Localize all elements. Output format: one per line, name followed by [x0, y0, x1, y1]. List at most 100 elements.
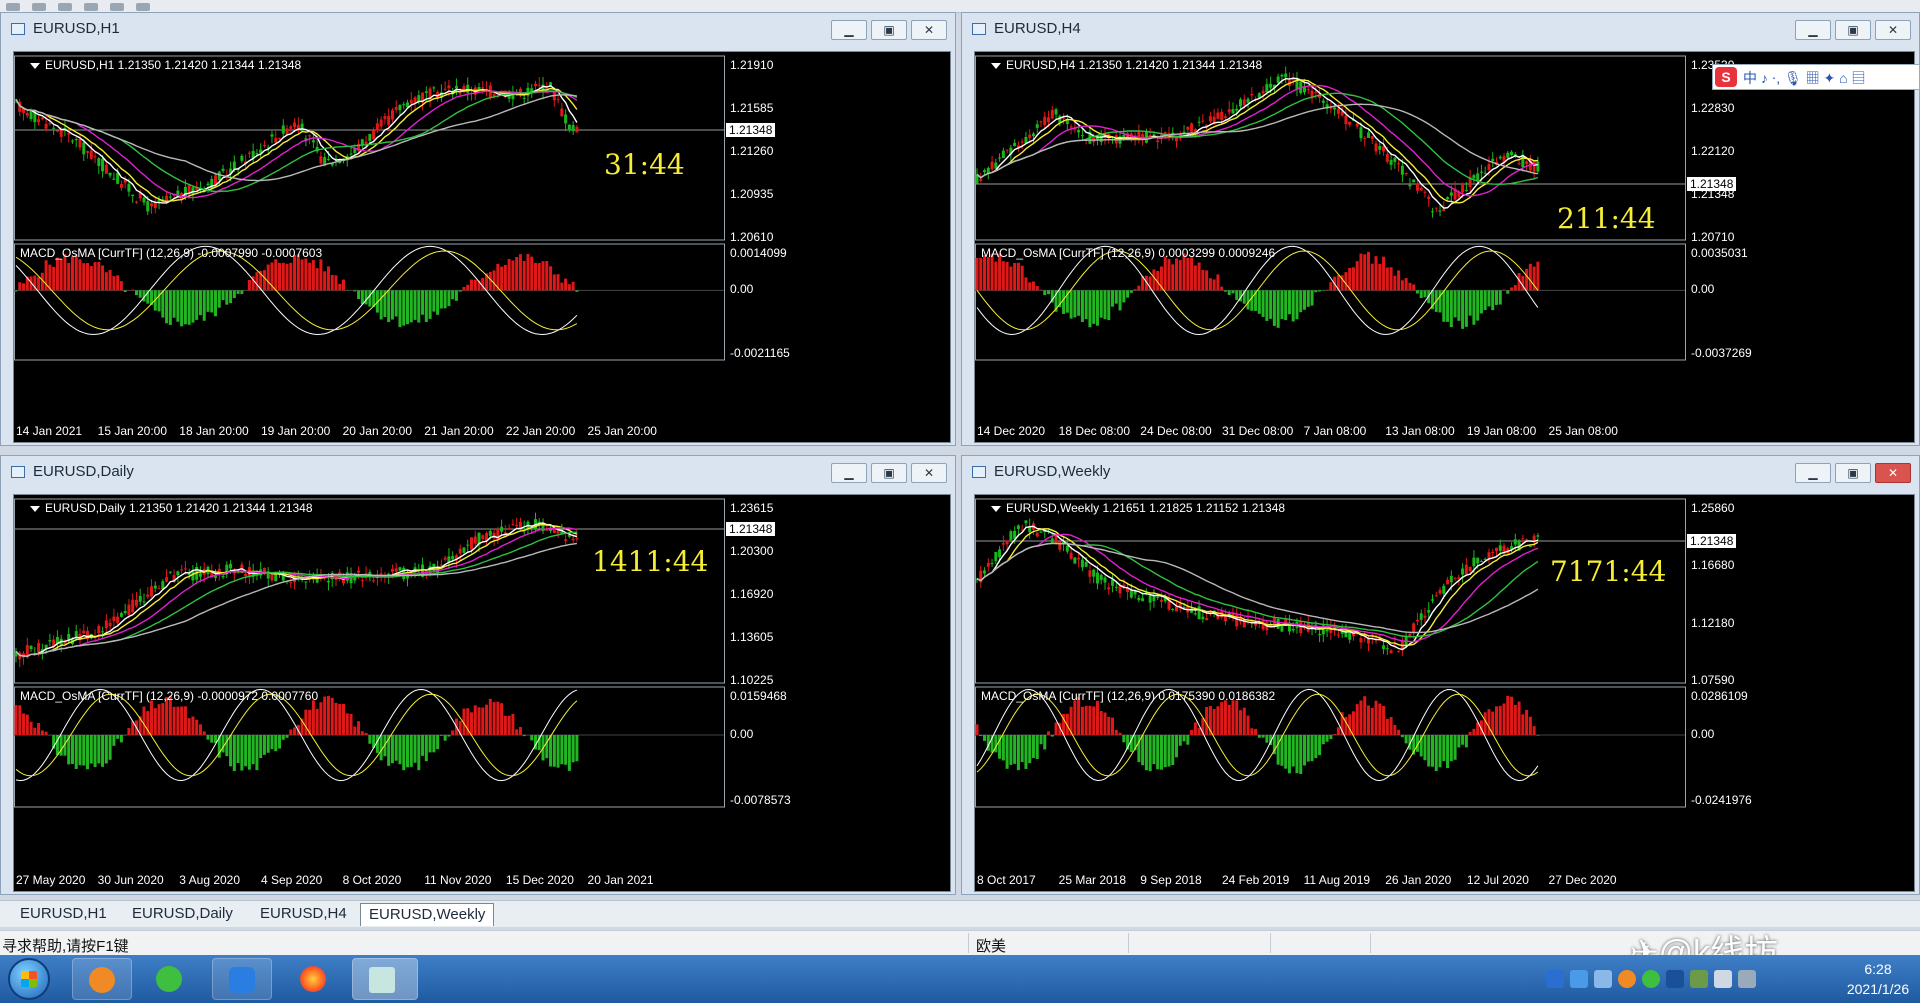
- tray-icon-4[interactable]: [1618, 970, 1636, 988]
- tab-eurusd-daily[interactable]: EURUSD,Daily: [124, 903, 241, 925]
- time-axis-label: 27 Dec 2020: [1548, 873, 1617, 887]
- restore-button[interactable]: ▣: [1835, 463, 1871, 483]
- window-titlebar[interactable]: EURUSD,H1 ▁ ▣ ✕: [1, 13, 955, 43]
- macd-bar: [116, 275, 120, 291]
- macd-axis-label: 0.00: [1691, 727, 1715, 741]
- macd-bar: [1318, 735, 1322, 756]
- chart-window-daily[interactable]: EURUSD,Daily ▁ ▣ ✕ EURUSD,Daily 1.21350 …: [0, 455, 956, 895]
- restore-button[interactable]: ▣: [1835, 20, 1871, 40]
- candle-body: [319, 156, 323, 164]
- macd-bar: [1287, 735, 1291, 774]
- macd-bar: [424, 735, 428, 762]
- toolbar-add-icon[interactable]: [136, 3, 150, 11]
- window-titlebar[interactable]: EURUSD,Weekly ▁ ▣ ✕: [962, 456, 1919, 486]
- chart-canvas[interactable]: EURUSD,H4 1.21350 1.21420 1.21344 1.2134…: [974, 51, 1915, 443]
- candle-countdown: 31:44: [604, 148, 685, 181]
- candle-body: [1080, 559, 1084, 568]
- shield-icon[interactable]: [1666, 970, 1684, 988]
- chart-canvas[interactable]: EURUSD,Weekly 1.21651 1.21825 1.21152 1.…: [974, 494, 1915, 892]
- chart-canvas[interactable]: EURUSD,H1 1.21350 1.21420 1.21344 1.2134…: [13, 51, 951, 443]
- minimize-button[interactable]: ▁: [1795, 463, 1831, 483]
- taskbar-firefox[interactable]: [284, 958, 344, 1000]
- sogou-logo-icon[interactable]: S: [1715, 67, 1737, 87]
- minimize-button[interactable]: ▁: [831, 463, 867, 483]
- candle-body: [134, 599, 138, 606]
- tab-eurusd-h4[interactable]: EURUSD,H4: [252, 903, 355, 925]
- dropdown-triangle-icon[interactable]: [30, 505, 40, 512]
- macd-bar: [82, 263, 86, 291]
- candle-body: [1028, 134, 1032, 139]
- candle-body: [1378, 146, 1382, 150]
- taskbar-time[interactable]: 6:28: [1838, 961, 1918, 977]
- toolbar-save-icon[interactable]: [58, 3, 72, 11]
- toolbar-print-icon[interactable]: [84, 3, 98, 11]
- macd-bar: [1099, 290, 1103, 318]
- macd-bar: [522, 735, 526, 737]
- macd-bar: [421, 290, 425, 315]
- macd-bar: [1095, 290, 1099, 326]
- dropdown-triangle-icon[interactable]: [991, 62, 1001, 69]
- candle-body: [37, 643, 41, 653]
- minimize-button[interactable]: ▁: [1795, 20, 1831, 40]
- macd-bar: [1419, 290, 1423, 299]
- tray-icon-3[interactable]: [1594, 970, 1612, 988]
- time-axis-label: 7 Jan 08:00: [1303, 424, 1367, 438]
- candle-body: [469, 537, 473, 550]
- candle-body: [364, 141, 368, 145]
- taskbar-notes[interactable]: [212, 958, 272, 1000]
- taskbar-mt4[interactable]: [352, 958, 418, 1000]
- taskbar-app-1[interactable]: [72, 958, 132, 1000]
- tab-eurusd-h1[interactable]: EURUSD,H1: [12, 903, 115, 925]
- window-titlebar[interactable]: EURUSD,H4 ▁ ▣ ✕: [962, 13, 1919, 43]
- candle-body: [119, 612, 123, 617]
- macd-bar: [571, 735, 575, 763]
- candle-body: [1491, 551, 1495, 553]
- candle-body: [1099, 574, 1103, 580]
- taskbar-wechat[interactable]: [140, 958, 200, 1000]
- candle-body: [372, 580, 376, 582]
- candle-body: [1393, 157, 1397, 162]
- macd-bar: [398, 290, 402, 328]
- network-icon[interactable]: [1690, 970, 1708, 988]
- candle-body: [1397, 163, 1401, 165]
- close-button[interactable]: ✕: [911, 20, 947, 40]
- ime-mode-icons[interactable]: 中 ♪ ⋅, 🎙 ▦ ✦ ⌂ ▤: [1743, 68, 1866, 88]
- dropdown-triangle-icon[interactable]: [30, 62, 40, 69]
- close-button[interactable]: ✕: [911, 463, 947, 483]
- volume-icon[interactable]: [1714, 970, 1732, 988]
- dropdown-triangle-icon[interactable]: [991, 505, 1001, 512]
- ime-toolbar[interactable]: S 中 ♪ ⋅, 🎙 ▦ ✦ ⌂ ▤: [1712, 64, 1920, 90]
- candle-body: [998, 157, 1002, 159]
- close-button[interactable]: ✕: [1875, 463, 1911, 483]
- macd-bar: [1171, 264, 1175, 291]
- macd-bar: [1521, 714, 1525, 735]
- toolbar-zoom-icon[interactable]: [110, 3, 124, 11]
- macd-bar: [1035, 735, 1039, 759]
- macd-bar: [1314, 290, 1318, 293]
- minimize-button[interactable]: ▁: [831, 20, 867, 40]
- chart-window-weekly[interactable]: EURUSD,Weekly ▁ ▣ ✕ EURUSD,Weekly 1.2165…: [961, 455, 1920, 895]
- candle-body: [1242, 99, 1246, 106]
- macd-bar: [503, 715, 507, 735]
- wechat-tray-icon[interactable]: [1642, 970, 1660, 988]
- macd-bar: [1442, 290, 1446, 322]
- toolbar-open-icon[interactable]: [32, 3, 46, 11]
- restore-button[interactable]: ▣: [871, 463, 907, 483]
- signal-icon[interactable]: [1738, 970, 1756, 988]
- price-axis-label: 1.10225: [730, 673, 774, 687]
- candle-body: [1220, 111, 1224, 121]
- close-button[interactable]: ✕: [1875, 20, 1911, 40]
- candle-body: [308, 135, 312, 137]
- restore-button[interactable]: ▣: [871, 20, 907, 40]
- tray-icon-2[interactable]: [1570, 970, 1588, 988]
- chart-window-h1[interactable]: EURUSD,H1 ▁ ▣ ✕ EURUSD,H1 1.21350 1.2142…: [0, 12, 956, 446]
- chart-canvas[interactable]: EURUSD,Daily 1.21350 1.21420 1.21344 1.2…: [13, 494, 951, 892]
- tab-eurusd-weekly[interactable]: EURUSD,Weekly: [360, 903, 495, 926]
- toolbar-new-icon[interactable]: [6, 3, 20, 11]
- tray-icon-1[interactable]: [1546, 970, 1564, 988]
- macd-bar: [1016, 262, 1020, 291]
- window-titlebar[interactable]: EURUSD,Daily ▁ ▣ ✕: [1, 456, 955, 486]
- start-button[interactable]: [8, 958, 50, 1000]
- taskbar-date[interactable]: 2021/1/26: [1838, 981, 1918, 997]
- macd-bar: [1111, 717, 1115, 735]
